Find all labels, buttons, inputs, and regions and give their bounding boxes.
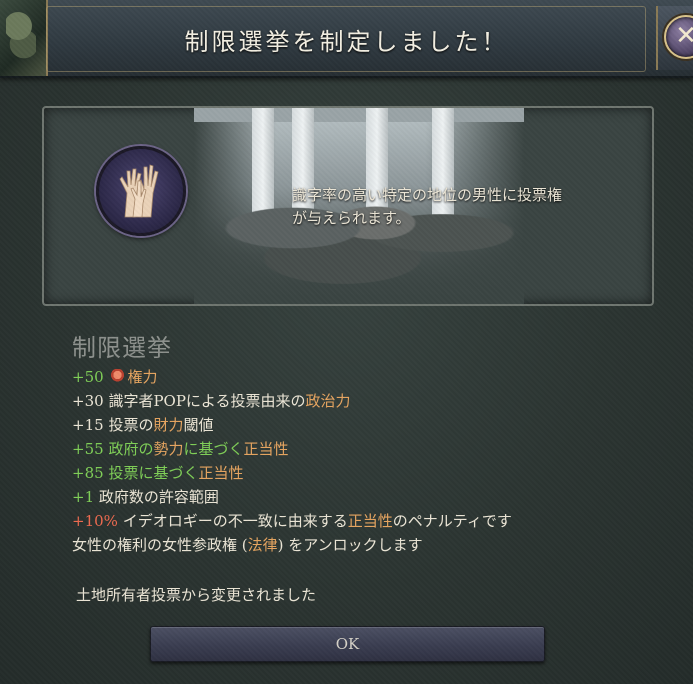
effect-text: イデオロギーの不一致に由来する [122,512,348,530]
close-icon[interactable]: ✕ [664,15,693,59]
effect-link[interactable]: 法律 [248,536,278,554]
effect-text: 投票に基づく [108,464,199,482]
event-panel: 制限選挙を制定しました！ ✕ 識字率の高い特定の地位の男性に投票権 が与えられま… [0,0,693,684]
effect-text: 女性の権利の女性参政権 ( [72,536,248,554]
effect-link[interactable]: 正当性 [243,440,288,458]
effect-link[interactable]: 財力 [153,416,183,434]
effect-political-strength: +30 識字者POPによる投票由来の政治力 [72,389,512,413]
header-bar: 制限選挙を制定しました！ ✕ [0,0,693,78]
effect-text: のペナルティです [392,512,512,530]
effect-value: +15 [72,416,104,434]
effect-label[interactable]: 権力 [127,368,157,386]
effect-value: +30 [72,392,104,410]
page-title: 制限選挙を制定しました！ [184,28,509,56]
effect-unlock-law: 女性の権利の女性参政権 (法律) をアンロックします [72,533,512,557]
changed-from-note: 土地所有者投票から変更されました [76,586,317,604]
description-line: 識字率の高い特定の地位の男性に投票権 [292,186,563,204]
effect-value: +10% [72,512,118,530]
effect-ideology-penalty: +10% イデオロギーの不一致に由来する正当性のペナルティです [72,509,512,533]
effect-clout: +50 権力 [72,365,512,389]
law-name: 制限選挙 [72,334,172,362]
effect-value: +85 [72,464,104,482]
effect-text: に基づく [183,440,244,458]
law-description: 識字率の高い特定の地位の男性に投票権 が与えられます。 [292,184,622,230]
effect-legitimacy-votes: +85 投票に基づく正当性 [72,461,512,485]
effect-text: ) をアンロックします [277,536,423,554]
effect-text: 投票の [108,416,154,434]
effect-value: +1 [72,488,95,506]
effect-government-size: +1 政府数の許容範囲 [72,485,512,509]
effect-link[interactable]: 正当性 [348,512,393,530]
close-button[interactable]: ✕ [656,6,693,70]
effects-list: +50 権力 +30 識字者POPによる投票由来の政治力 +15 投票の財力閾値… [72,365,512,557]
raised-hands-icon [96,146,186,236]
description-line: が与えられます。 [292,209,411,227]
clout-icon [110,369,126,384]
effect-wealth-threshold: +15 投票の財力閾値 [72,413,512,437]
effect-value: +50 [72,368,104,386]
effect-legitimacy-government: +55 政府の勢力に基づく正当性 [72,437,512,461]
effect-link[interactable]: 勢力 [153,440,183,458]
effect-text: 閾値 [183,416,214,434]
effect-text: 政府数の許容範囲 [98,488,219,506]
effect-text: 識字者POPによる投票由来の [108,392,306,410]
effect-text: 政府の [108,440,154,458]
effect-link[interactable]: 正当性 [198,464,243,482]
effect-value: +55 [72,440,104,458]
ok-button[interactable]: OK [150,626,545,662]
effect-link[interactable]: 政治力 [305,392,350,410]
